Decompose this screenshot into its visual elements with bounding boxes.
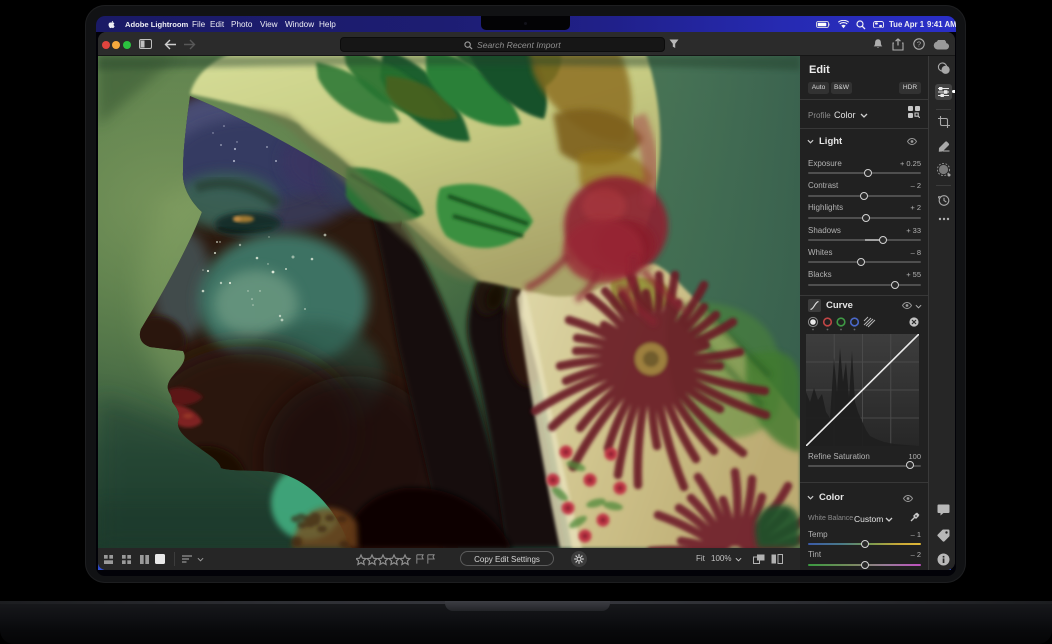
svg-text:?: ?	[917, 40, 921, 49]
